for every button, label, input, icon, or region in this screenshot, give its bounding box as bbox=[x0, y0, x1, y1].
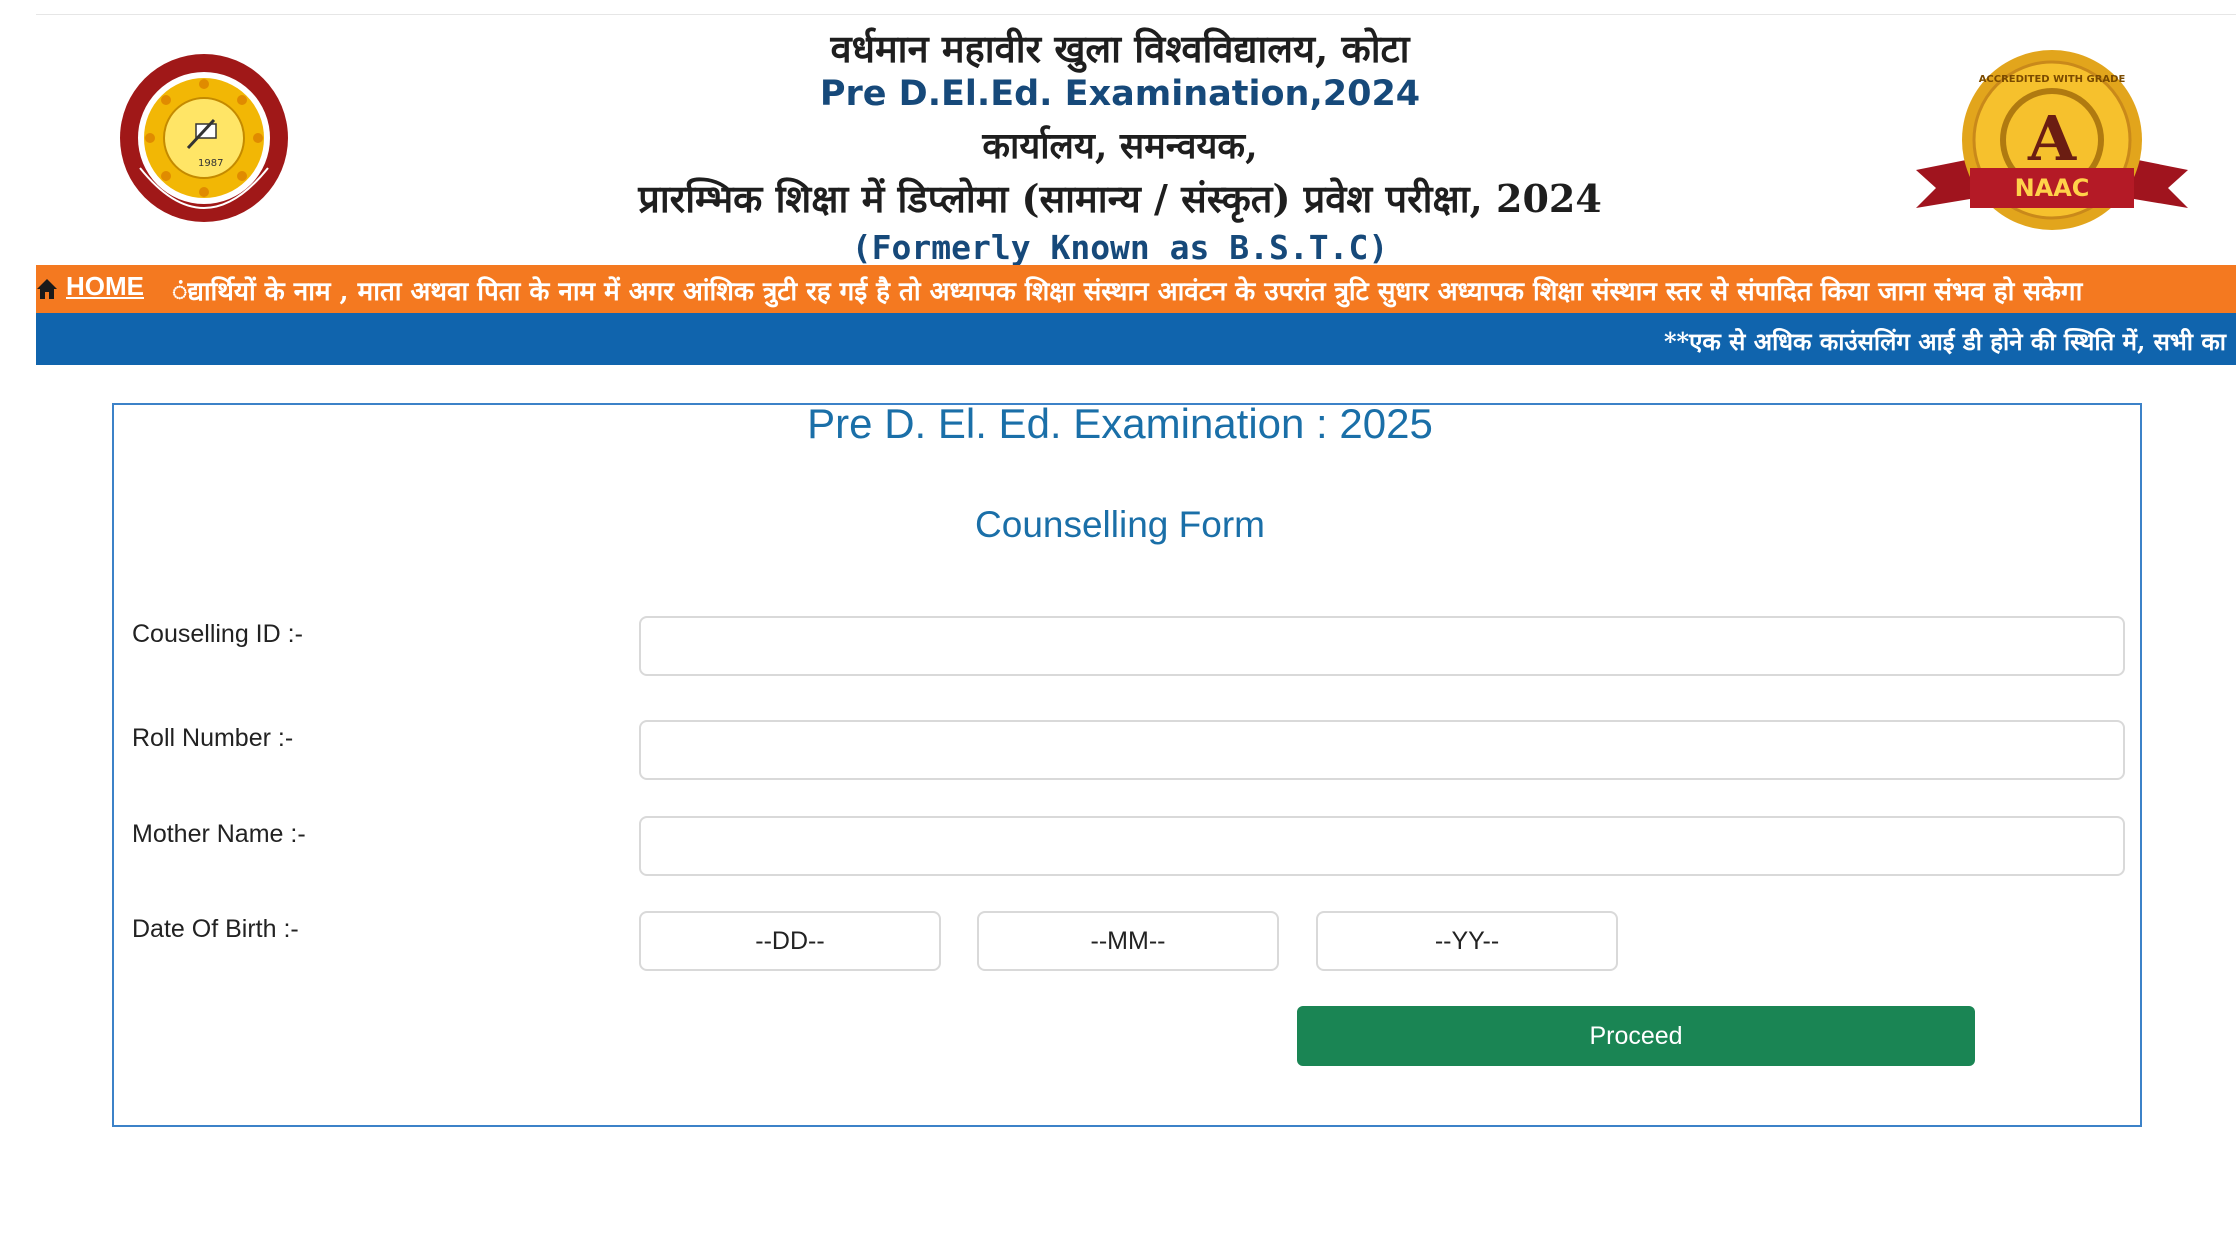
home-link[interactable]: HOME bbox=[66, 271, 144, 302]
mother-name-label: Mother Name :- bbox=[132, 820, 306, 848]
top-divider bbox=[36, 14, 2236, 15]
notice-marquee-text-2: **एक से अधिक काउंसलिंग आई डी होने की स्थ… bbox=[1664, 327, 2226, 356]
counselling-id-input[interactable] bbox=[639, 616, 2125, 676]
dob-month-select[interactable]: --MM-- bbox=[977, 911, 1279, 971]
formerly-known-as: (Formerly Known as B.S.T.C) bbox=[851, 228, 1389, 267]
site-header: 1987 A NAAC ACCREDITED WITH GRADE वर्धमा… bbox=[0, 20, 2240, 267]
exam-title: Pre D.El.Ed. Examination,2024 bbox=[819, 74, 1421, 114]
roll-number-input[interactable] bbox=[639, 720, 2125, 780]
university-name-hindi: वर्धमान महावीर खुला विश्वविद्यालय, कोटा bbox=[830, 26, 1410, 71]
notice-bar-blue: **एक से अधिक काउंसलिंग आई डी होने की स्थ… bbox=[36, 313, 2236, 365]
notice-bar-orange: HOME ंद्यार्थियों के नाम , माता अथवा पित… bbox=[36, 265, 2236, 313]
dob-year-select[interactable]: --YY-- bbox=[1316, 911, 1618, 971]
roll-number-label: Roll Number :- bbox=[132, 724, 294, 752]
form-subtitle: Counselling Form bbox=[975, 504, 1265, 545]
mother-name-input[interactable] bbox=[639, 816, 2125, 876]
counselling-id-label: Couselling ID :- bbox=[132, 620, 303, 648]
office-title-hindi: कार्यालय, समन्वयक, bbox=[982, 125, 1258, 167]
proceed-button[interactable]: Proceed bbox=[1297, 1006, 1975, 1066]
form-title: Pre D. El. Ed. Examination : 2025 bbox=[807, 400, 1433, 447]
home-icon bbox=[37, 279, 57, 299]
notice-marquee-text: ंद्यार्थियों के नाम , माता अथवा पिता के … bbox=[172, 277, 2083, 307]
dob-day-select[interactable]: --DD-- bbox=[639, 911, 941, 971]
exam-title-hindi: प्रारम्भिक शिक्षा में डिप्लोमा (सामान्य … bbox=[638, 176, 1602, 221]
dob-label: Date Of Birth :- bbox=[132, 915, 299, 943]
